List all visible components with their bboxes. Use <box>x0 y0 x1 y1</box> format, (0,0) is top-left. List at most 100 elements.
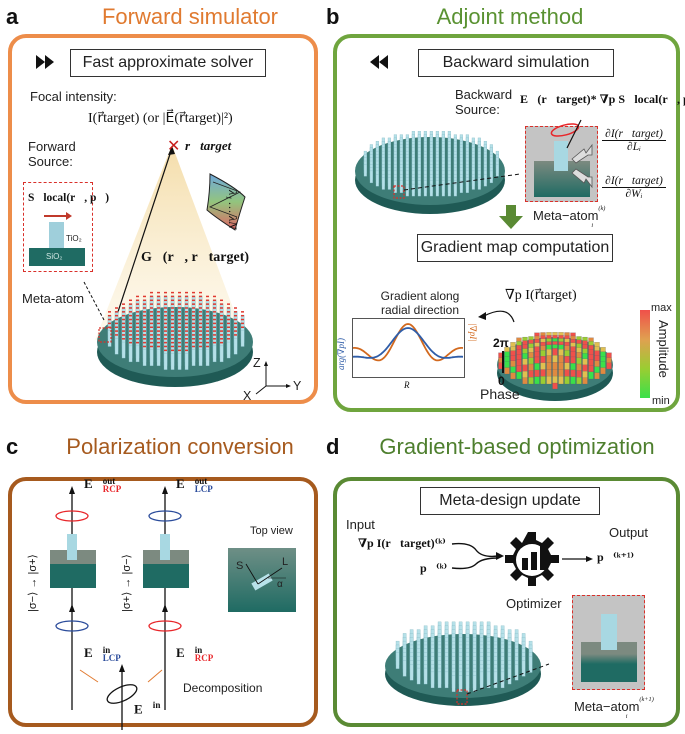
pillar <box>423 183 427 197</box>
pillar <box>507 667 512 685</box>
field-marker <box>115 322 118 325</box>
field-marker <box>157 299 160 302</box>
field-marker <box>192 303 195 305</box>
pillar <box>409 664 414 681</box>
field-marker <box>185 303 188 305</box>
field-marker <box>143 330 146 332</box>
field-marker <box>143 326 146 328</box>
field-marker <box>185 311 188 313</box>
field-marker <box>164 311 167 313</box>
panel-b-letter: b <box>326 4 340 29</box>
heatmap-cell <box>552 382 558 390</box>
forward-source-line1: Forward <box>28 139 76 154</box>
meta-atom-b-sub: i <box>591 221 594 229</box>
backward-source-line1: Backward <box>455 87 513 102</box>
ket-transition-right: |σ+⟩ → |σ−⟩ <box>121 554 133 612</box>
field-marker <box>227 338 230 340</box>
field-marker <box>178 314 181 317</box>
meta-atom-b-sup: (k) <box>598 205 606 212</box>
pillar <box>483 174 487 187</box>
field-marker <box>171 322 174 325</box>
field-marker <box>199 311 202 313</box>
axis-y-label: Y <box>293 379 302 393</box>
field-marker <box>136 307 139 309</box>
field-marker <box>122 303 125 305</box>
heatmap-cell <box>582 377 588 385</box>
field-marker <box>220 334 223 336</box>
field-marker <box>178 295 181 298</box>
field-marker <box>115 318 118 321</box>
field-marker <box>185 295 188 298</box>
field-marker <box>129 311 132 313</box>
field-marker <box>171 326 174 328</box>
field-marker <box>157 341 160 344</box>
field-marker <box>129 299 132 302</box>
field-marker <box>185 318 188 321</box>
sio2-label: SiO₂ <box>46 252 63 261</box>
metasurface-disk-d <box>385 621 550 706</box>
backward-source-expr: E⃗(r⃗target)* ∇p S⃗local(r⃗, p⃗) <box>520 92 685 106</box>
field-marker <box>206 338 209 340</box>
deriv-width-den: ∂Wᵢ <box>625 188 643 200</box>
pillar <box>479 671 484 689</box>
field-marker <box>199 314 202 317</box>
pillar <box>430 671 435 689</box>
field-marker <box>213 303 216 305</box>
gradient-label-line2: radial direction <box>380 302 460 317</box>
field-marker <box>199 291 202 294</box>
pillar <box>500 671 505 689</box>
field-marker <box>234 318 237 321</box>
pillar <box>121 341 126 359</box>
field-marker <box>129 341 132 344</box>
field-marker <box>213 299 216 302</box>
field-marker <box>220 338 223 340</box>
field-marker <box>178 303 181 305</box>
backward-source-line2: Source: <box>455 101 500 117</box>
field-marker <box>164 291 167 294</box>
field-marker <box>206 322 209 325</box>
pillar <box>399 180 403 193</box>
field-marker <box>115 330 118 332</box>
field-marker <box>213 314 216 317</box>
heatmap-cell <box>510 372 516 380</box>
forward-source-label: Forward Source: <box>28 139 76 170</box>
field-marker <box>206 341 209 344</box>
field-marker <box>220 314 223 317</box>
meta-atom-label-b: Meta−atom(k) i <box>533 205 607 229</box>
gradient-label-line1: Gradient along <box>380 289 460 303</box>
pillar <box>212 345 217 363</box>
field-marker <box>171 307 174 309</box>
field-marker <box>164 338 167 340</box>
field-marker <box>192 341 195 344</box>
field-marker <box>227 326 230 328</box>
field-marker <box>192 338 195 340</box>
field-marker <box>213 318 216 321</box>
field-marker <box>185 341 188 344</box>
panel-c-letter: c <box>6 434 19 459</box>
pillar <box>402 660 407 677</box>
field-marker <box>143 318 146 321</box>
field-marker <box>115 311 118 313</box>
optimizer-gear-icon <box>505 532 559 586</box>
field-marker <box>122 322 125 325</box>
phase-top-label: 2π <box>493 336 509 350</box>
field-marker <box>150 307 153 309</box>
field-marker <box>227 322 230 325</box>
field-marker <box>157 311 160 313</box>
field-marker <box>171 334 174 336</box>
field-marker <box>171 349 174 352</box>
polarization-arrow-icon <box>44 212 72 220</box>
field-marker <box>199 341 202 344</box>
field-marker <box>199 345 202 348</box>
meta-atom-label-a: Meta-atom <box>22 291 85 306</box>
circular-polarization-icon <box>550 119 582 149</box>
field-marker <box>185 349 188 352</box>
field-marker <box>136 318 139 321</box>
step-gradient-map-computation: Gradient map computation <box>417 234 613 262</box>
field-marker <box>150 314 153 317</box>
field-marker <box>164 307 167 309</box>
field-marker <box>185 338 188 340</box>
phase-label: Phase <box>480 386 520 402</box>
field-marker <box>234 334 237 336</box>
field-marker <box>227 311 230 313</box>
